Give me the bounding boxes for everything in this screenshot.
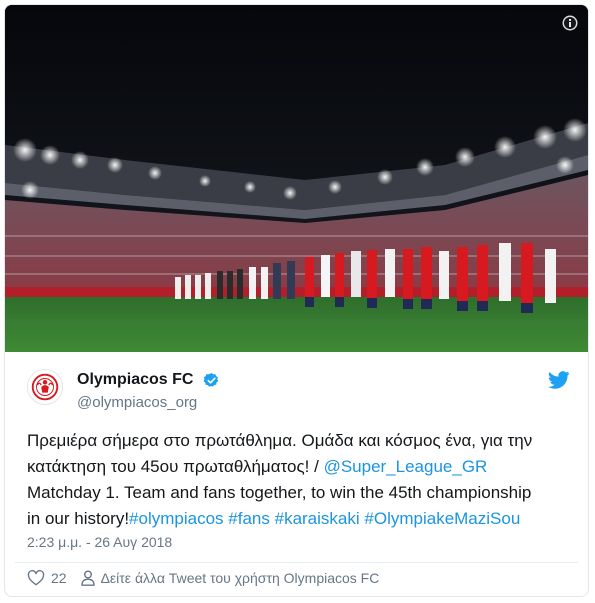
tweet-header: Olympiacos FC @olympiacos_org xyxy=(27,367,572,417)
hashtag-link[interactable]: #fans xyxy=(228,509,270,528)
tweet-line: κατάκτηση του 45ου πρωταθλήματος! / @Sup… xyxy=(27,454,572,480)
hashtag-link[interactable]: #karaiskaki xyxy=(275,509,360,528)
author-display-name[interactable]: Olympiacos FC xyxy=(77,371,193,389)
like-button[interactable]: 22 xyxy=(27,569,67,587)
info-icon[interactable] xyxy=(562,15,578,31)
heart-icon xyxy=(27,570,45,586)
more-tweets-label: Δείτε άλλα Tweet του χρήστη Olympiacos F… xyxy=(100,570,380,586)
tweet-timestamp[interactable]: 2:23 μ.μ. - 26 Αυγ 2018 xyxy=(27,534,172,550)
stadium-photo xyxy=(5,5,588,352)
tweet-text: Πρεμιέρα σήμερα στο πρωτάθλημα. Ομάδα κα… xyxy=(27,428,572,532)
olympiacos-crest-icon[interactable] xyxy=(27,369,63,405)
tweet-line: in our history!#olympiacos #fans #karais… xyxy=(27,506,572,532)
tweet-line-text: in our history! xyxy=(27,509,130,528)
verified-badge-icon xyxy=(203,372,219,387)
like-count: 22 xyxy=(51,570,67,586)
person-icon xyxy=(80,570,95,586)
tweet-line: Matchday 1. Team and fans together, to w… xyxy=(27,483,532,502)
twitter-bird-icon[interactable] xyxy=(548,371,570,389)
tweet-photo[interactable] xyxy=(5,5,588,352)
tweet-line-text: κατάκτηση του 45ου πρωταθλήματος! / xyxy=(27,457,324,476)
author-names[interactable]: Olympiacos FC @olympiacos_org xyxy=(77,371,220,411)
hashtag-link[interactable]: #olympiacos xyxy=(129,509,224,528)
mention-link[interactable]: @Super_League_GR xyxy=(324,457,488,476)
divider xyxy=(15,562,578,563)
hashtag-link[interactable]: #OlympiakeMaziSou xyxy=(364,509,520,528)
tweet-line: Πρεμιέρα σήμερα στο πρωτάθλημα. Ομάδα κα… xyxy=(27,431,533,450)
author-handle[interactable]: @olympiacos_org xyxy=(77,394,220,411)
more-tweets-link[interactable]: Δείτε άλλα Tweet του χρήστη Olympiacos F… xyxy=(80,570,380,586)
tweet-card[interactable]: Olympiacos FC @olympiacos_org Πρεμιέρα σ… xyxy=(4,4,589,597)
tweet-actions: 22 Δείτε άλλα Tweet του χρήστη Olympiaco… xyxy=(27,568,379,588)
